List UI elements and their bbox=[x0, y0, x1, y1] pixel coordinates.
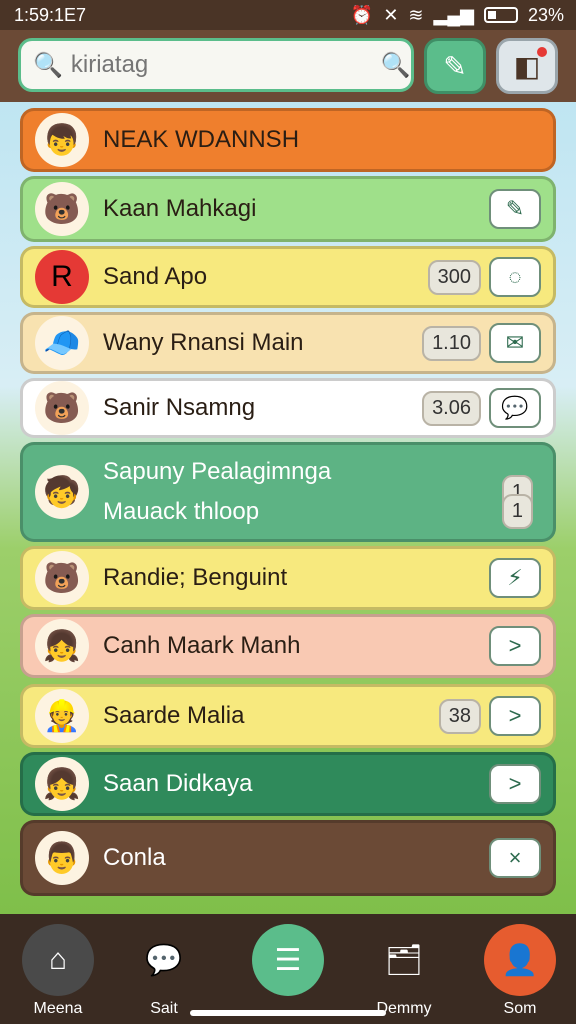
nav-item[interactable]: ⌂ Meena bbox=[22, 924, 94, 1018]
home-indicator[interactable] bbox=[190, 1010, 386, 1016]
item-action-button[interactable]: > bbox=[489, 764, 541, 804]
item-action-button[interactable]: ⚡ bbox=[489, 558, 541, 598]
item-count: 3.06 bbox=[422, 390, 481, 426]
nav-icon: ☰ bbox=[252, 924, 324, 996]
item-label: Saan Didkaya bbox=[103, 770, 253, 797]
avatar: 👨 bbox=[35, 831, 89, 885]
item-label: Saarde Malia bbox=[103, 702, 245, 729]
item-action-button[interactable]: 💬 bbox=[489, 388, 541, 428]
notification-icon: ◧ bbox=[513, 50, 541, 82]
item-action-button[interactable]: ✎ bbox=[489, 189, 541, 229]
list-item[interactable]: 👧 Canh Maark Manh > bbox=[20, 614, 556, 678]
nav-label: Sait bbox=[150, 1000, 178, 1017]
item-action-button[interactable]: > bbox=[489, 696, 541, 736]
list-item[interactable]: 👧 Saan Didkaya > bbox=[20, 752, 556, 816]
nav-item[interactable]: 👤 Som bbox=[484, 924, 556, 1018]
nav-label: Meena bbox=[33, 1000, 83, 1017]
list-item[interactable]: 🐻 Kaan Mahkagi ✎ bbox=[20, 176, 556, 242]
item-sublabel: Mauack thloop bbox=[103, 498, 260, 525]
list-item[interactable]: 👷 Saarde Malia 38 > bbox=[20, 684, 556, 748]
avatar: 🐻 bbox=[35, 182, 89, 236]
nav-icon: ⌂ bbox=[22, 924, 94, 996]
avatar: 👧 bbox=[35, 757, 89, 811]
item-count-secondary: 1 bbox=[501, 494, 533, 529]
wifi-icon: ≋ bbox=[408, 4, 424, 25]
nav-icon: 🗂 bbox=[384, 943, 424, 977]
item-label: NEAK WDANNSH bbox=[103, 126, 300, 153]
item-action-button[interactable]: > bbox=[489, 626, 541, 666]
avatar: 🧢 bbox=[35, 316, 89, 370]
list-item[interactable]: 🐻 Randie; Benguint ⚡ bbox=[20, 546, 556, 610]
list-item[interactable]: R Sand Apo 300 ◌ bbox=[20, 246, 556, 308]
avatar: 👧 bbox=[35, 619, 89, 673]
avatar: 👷 bbox=[35, 689, 89, 743]
status-icons: ⏰ ✕ ≋ ▂▄▆ 23% bbox=[351, 5, 564, 26]
item-count: 38 bbox=[438, 698, 481, 734]
list-item[interactable]: 🐻 Sanir Nsamng 3.06 💬 bbox=[20, 378, 556, 438]
nav-item[interactable]: 🗂 Demmy bbox=[368, 924, 440, 1018]
vibrate-icon: ✕ bbox=[383, 4, 399, 25]
item-label: Kaan Mahkagi bbox=[103, 195, 257, 222]
item-label: Randie; Benguint bbox=[103, 564, 288, 591]
nav-item[interactable]: 💬 Sait bbox=[128, 924, 200, 1018]
nav-item[interactable]: ☰ bbox=[252, 924, 324, 996]
item-label: Sanir Nsamng bbox=[103, 394, 256, 421]
list-item[interactable]: 🧒 Sapuny Pealagimnga Mauack thloop 1 1 bbox=[20, 442, 556, 542]
alarm-icon: ⏰ bbox=[350, 4, 374, 25]
battery-icon bbox=[483, 7, 518, 23]
notification-button[interactable]: ◧ bbox=[496, 38, 558, 94]
status-bar: 1:59:1E7 ⏰ ✕ ≋ ▂▄▆ 23% bbox=[0, 0, 576, 30]
item-count: 1.10 bbox=[422, 325, 481, 361]
list-item[interactable]: 🧢 Wany Rnansi Main 1.10 ✉ bbox=[20, 312, 556, 374]
battery-percent: 23% bbox=[527, 4, 564, 25]
item-count: 300 bbox=[427, 259, 481, 295]
nav-label: Som bbox=[503, 1000, 537, 1017]
list-item[interactable]: 👦 NEAK WDANNSH bbox=[20, 108, 556, 172]
item-label: Sapuny Pealagimnga Mauack thloop bbox=[103, 458, 502, 526]
header: 🔍 🔍 ✎ ◧ bbox=[0, 30, 576, 102]
status-time: 1:59:1E7 bbox=[14, 4, 87, 25]
list-item[interactable]: 👨 Conla × bbox=[20, 820, 556, 896]
avatar: 🐻 bbox=[35, 381, 89, 435]
search-bar[interactable]: 🔍 🔍 bbox=[18, 38, 414, 92]
edit-icon: ✎ bbox=[443, 50, 467, 82]
avatar: 👦 bbox=[35, 113, 89, 167]
search-icon: 🔍 bbox=[33, 51, 63, 79]
item-label: Canh Maark Manh bbox=[103, 632, 301, 659]
signal-icon: ▂▄▆ bbox=[433, 4, 474, 25]
item-action-button[interactable]: ◌ bbox=[489, 257, 541, 297]
avatar: R bbox=[35, 250, 89, 304]
item-action-button[interactable]: × bbox=[489, 838, 541, 878]
search-input[interactable] bbox=[70, 51, 381, 79]
avatar: 🧒 bbox=[35, 465, 89, 519]
item-label: Sand Apo bbox=[103, 263, 208, 290]
item-label: Conla bbox=[103, 844, 166, 871]
item-action-button[interactable]: ✉ bbox=[489, 323, 541, 363]
compose-button[interactable]: ✎ bbox=[424, 38, 486, 94]
avatar: 🐻 bbox=[35, 551, 89, 605]
notification-badge bbox=[537, 47, 547, 57]
bottom-nav: ⌂ Meena 💬 Sait ☰ 🗂 Demmy 👤 Som bbox=[0, 914, 576, 1024]
search-submit-icon[interactable]: 🔍 bbox=[381, 51, 411, 80]
nav-icon: 👤 bbox=[484, 924, 556, 996]
nav-icon: 💬 bbox=[145, 943, 183, 977]
item-label: Wany Rnansi Main bbox=[103, 329, 304, 356]
